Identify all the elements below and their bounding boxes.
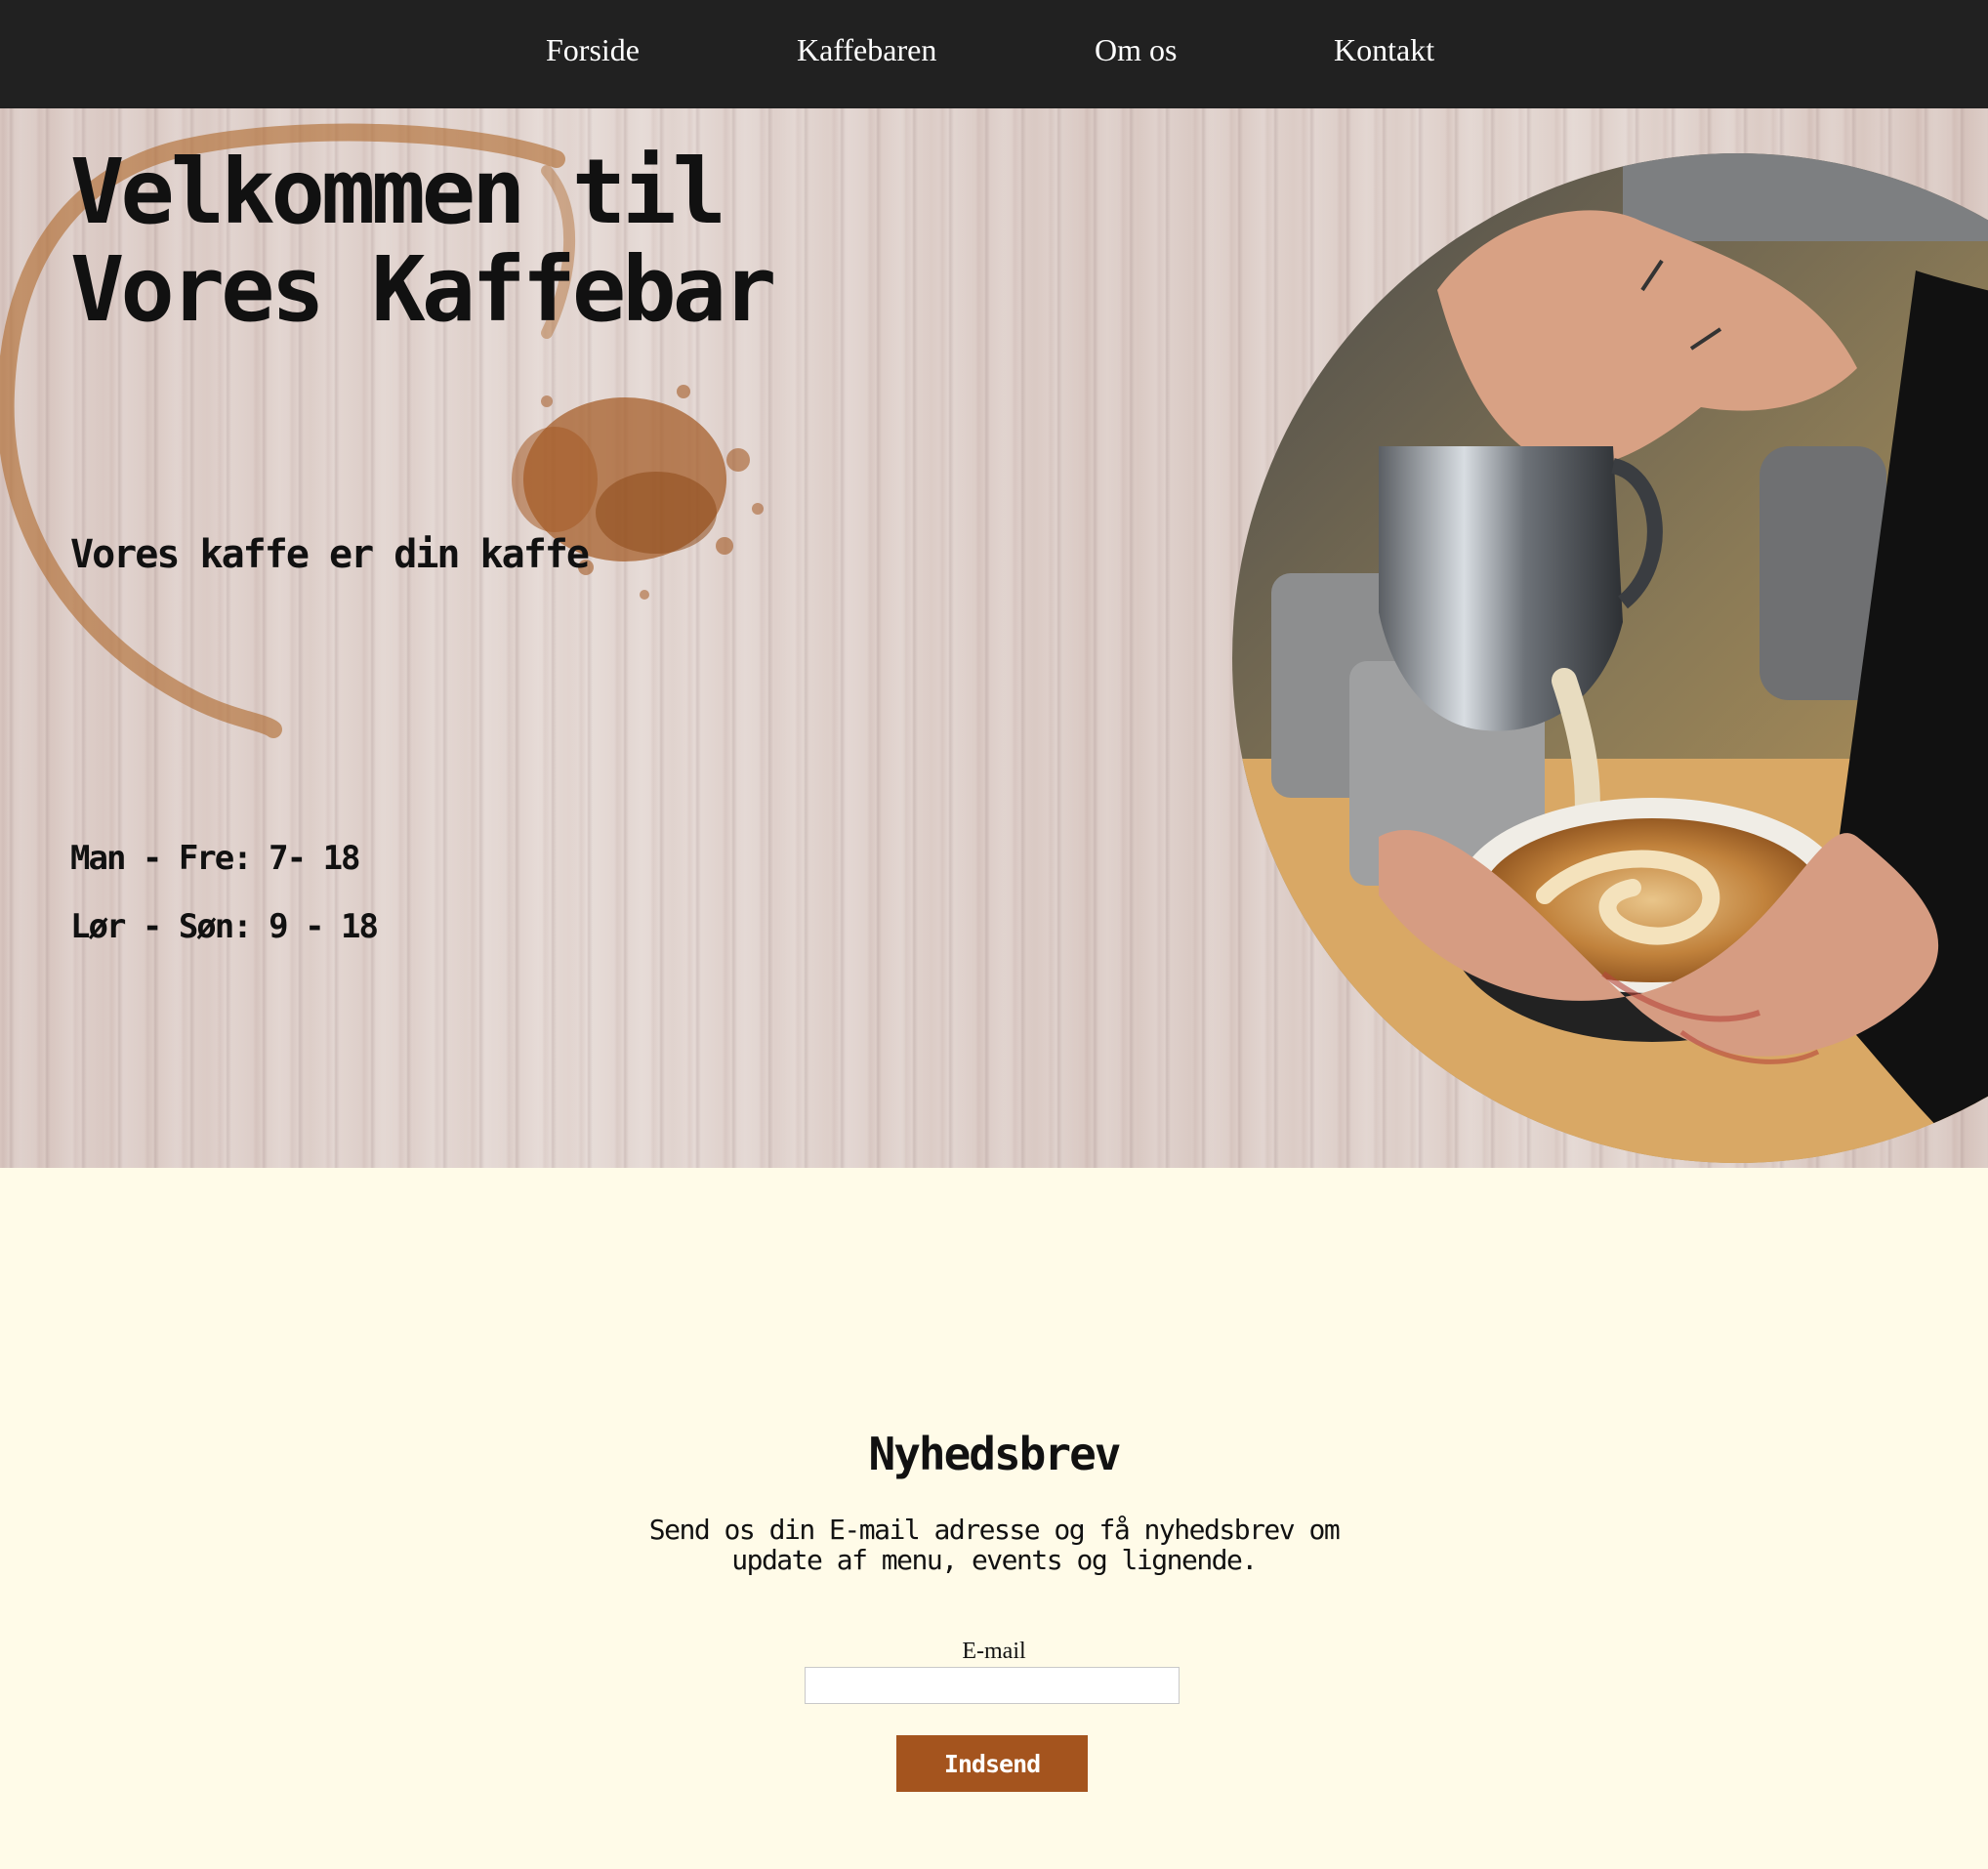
opening-hours-weekdays: Man - Fre: 7- 18 <box>70 839 361 878</box>
email-field[interactable] <box>805 1667 1180 1704</box>
nav-link-forside[interactable]: Forside <box>546 29 640 70</box>
submit-button[interactable]: Indsend <box>896 1735 1088 1792</box>
latte-art-photo-icon <box>1232 153 1988 1163</box>
newsletter-section: Nyhedsbrev Send os din E-mail adresse og… <box>0 1169 1988 1869</box>
nav-link-kaffebaren[interactable]: Kaffebaren <box>797 29 936 70</box>
newsletter-description: Send os din E-mail adresse og få nyhedsb… <box>648 1514 1341 1576</box>
main-navigation: Forside Kaffebaren Om os Kontakt <box>0 0 1988 108</box>
hero-title-line-1: Velkommen til <box>70 140 726 244</box>
latte-art-photo <box>1232 153 1988 1163</box>
email-label: E-mail <box>962 1639 1026 1664</box>
opening-hours-weekend: Lør - Søn: 9 - 18 <box>70 907 379 946</box>
hero-title: Velkommen til Vores Kaffebar <box>70 144 949 339</box>
hero-tagline: Vores kaffe er din kaffe <box>70 532 590 577</box>
nav-link-om-os[interactable]: Om os <box>1095 29 1177 70</box>
hero-section: Velkommen til Vores Kaffebar Vores kaffe… <box>0 108 1988 1168</box>
nav-link-kontakt[interactable]: Kontakt <box>1334 29 1434 70</box>
newsletter-title: Nyhedsbrev <box>868 1428 1122 1480</box>
hero-title-line-2: Vores Kaffebar <box>70 237 776 342</box>
